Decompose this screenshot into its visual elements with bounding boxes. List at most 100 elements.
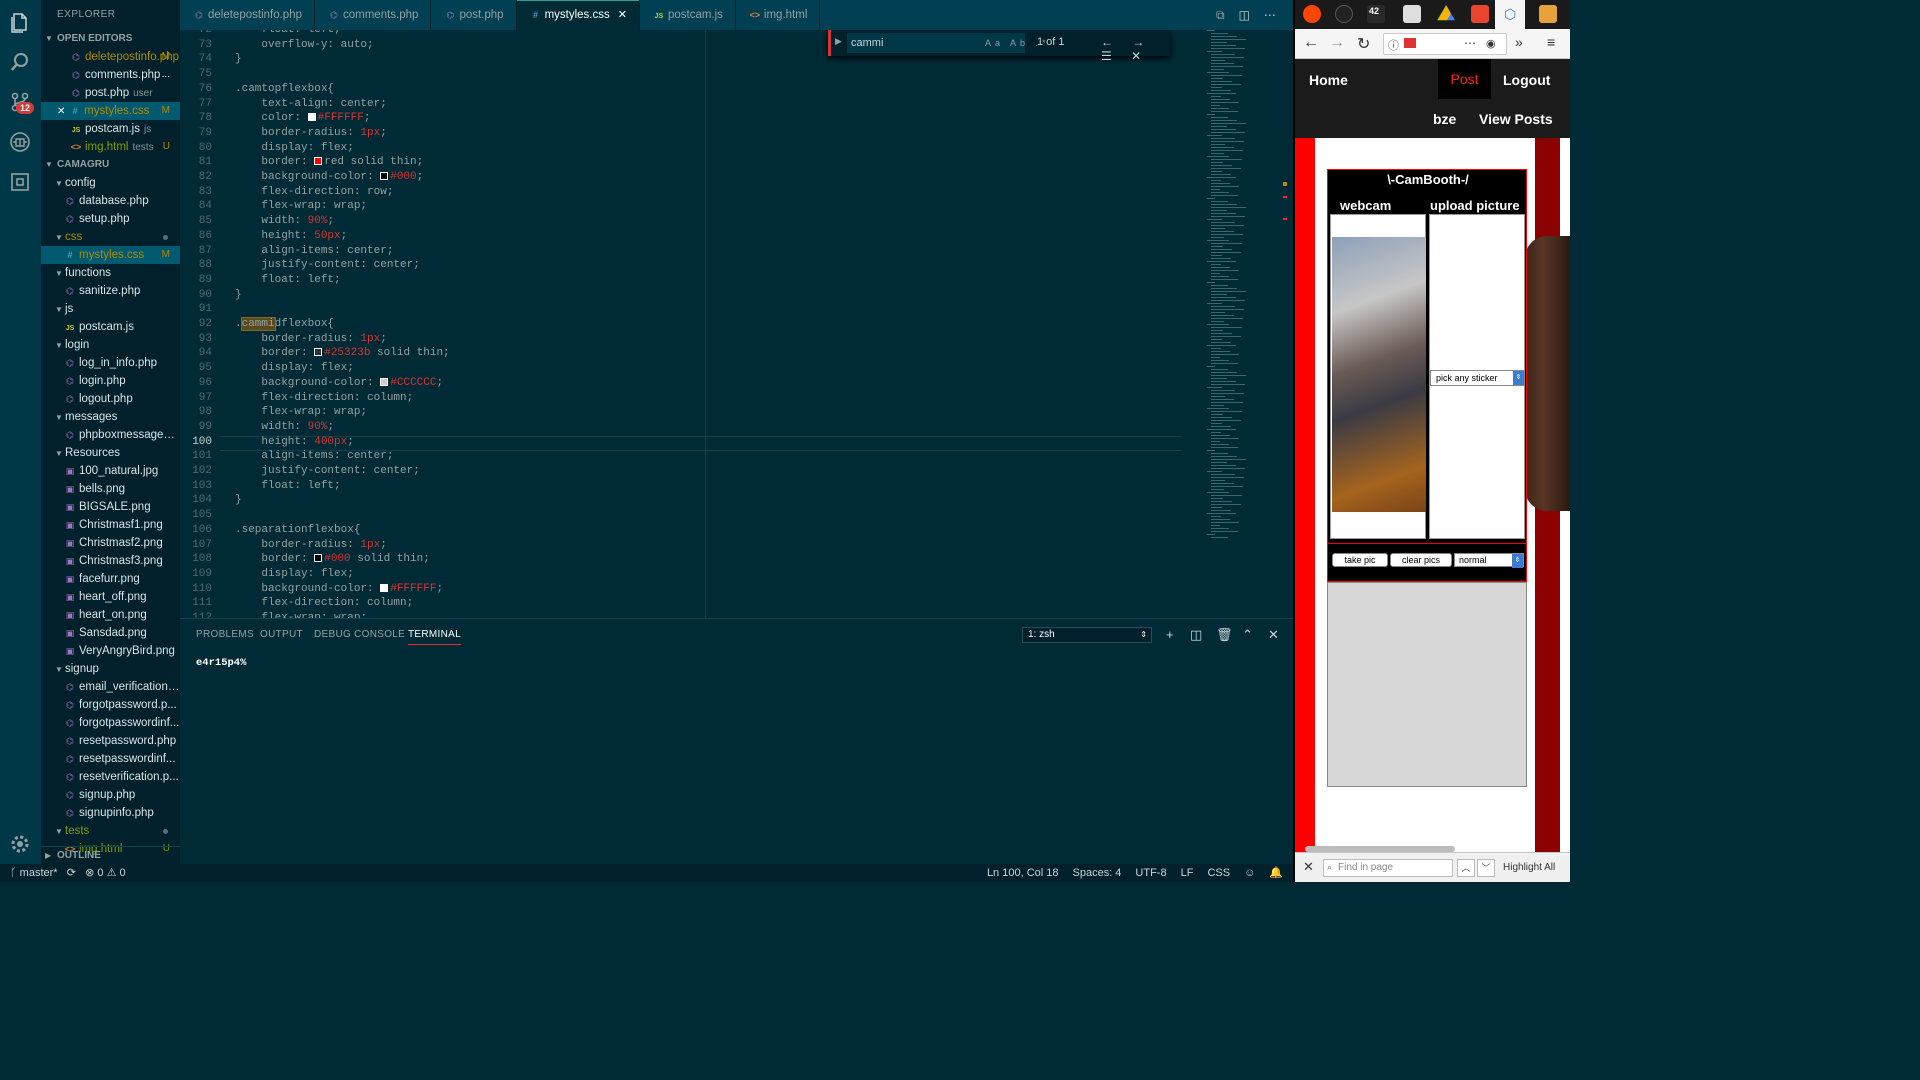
file-item[interactable]: ⌬ forgotpasswordinf... [41, 714, 180, 732]
sync-icon[interactable]: ⟳ [67, 867, 76, 879]
search-icon[interactable] [8, 50, 32, 74]
folder-item[interactable]: ▼ login [41, 336, 180, 354]
line-endings[interactable]: LF [1181, 864, 1194, 882]
file-item[interactable]: ⌬ login.php [41, 372, 180, 390]
upload-area[interactable]: pick any sticker ⇕ [1429, 214, 1525, 539]
file-item[interactable]: ⌬ logout.php [41, 390, 180, 408]
tab-problems[interactable]: PROBLEMS [196, 629, 254, 640]
file-item[interactable]: ▣ heart_on.png [41, 606, 180, 624]
tab-debug-console[interactable]: DEBUG CONSOLE [314, 629, 405, 640]
file-item[interactable]: # mystyles.css M [41, 246, 180, 264]
page-actions-icon[interactable]: ⋯ [1464, 36, 1476, 50]
close-panel-icon[interactable]: ✕ [1268, 627, 1279, 643]
color-swatch-icon[interactable] [380, 377, 389, 386]
tab-html-file[interactable]: <> img.html [736, 0, 821, 30]
color-swatch-icon[interactable] [307, 113, 316, 122]
folder-item[interactable]: ▼ Resources [41, 444, 180, 462]
color-swatch-icon[interactable] [380, 583, 389, 592]
git-branch[interactable]: master* [20, 867, 58, 879]
file-item[interactable]: ▣ facefurr.png [41, 570, 180, 588]
open-editor-item[interactable]: ⌬ comments.php... [41, 66, 180, 84]
project-header[interactable]: ▼ CAMAGRU [41, 156, 180, 174]
forward-icon[interactable]: → [1329, 34, 1345, 52]
file-item[interactable]: ⌬ setup.php [41, 210, 180, 228]
file-item[interactable]: ▣ heart_off.png [41, 588, 180, 606]
clear-pics-button[interactable]: clear pics [1390, 553, 1452, 567]
bell-icon[interactable]: 🔔 [1269, 864, 1283, 882]
open-editor-item[interactable]: <> img.html tests U [41, 138, 180, 156]
url-bar[interactable]: ⓘ ⋯ ◉ [1383, 33, 1507, 55]
take-pic-button[interactable]: take pic [1332, 553, 1388, 567]
tab-output[interactable]: OUTPUT [260, 629, 303, 640]
tab-js-file[interactable]: JS postcam.js [640, 0, 736, 30]
files-icon[interactable] [8, 10, 32, 34]
reload-icon[interactable]: ↻ [1357, 34, 1370, 54]
bookmark-tab-icon[interactable] [1539, 5, 1557, 23]
find-prev-icon[interactable]: ︿ [1457, 859, 1475, 877]
file-item[interactable]: JS postcam.js [41, 318, 180, 336]
feedback-icon[interactable]: ☺ [1244, 864, 1255, 882]
warning-count[interactable]: 0 [120, 867, 126, 879]
file-item[interactable]: ▣ BIGSALE.png [41, 498, 180, 516]
file-item[interactable]: ⌬ phpboxmessages.... [41, 426, 180, 444]
document-tab-icon[interactable] [1403, 5, 1421, 23]
info-icon[interactable]: ⓘ [1388, 37, 1399, 53]
close-find-icon[interactable]: ✕ [1303, 859, 1314, 875]
nav-home[interactable]: Home [1309, 72, 1348, 88]
overflow-chevron-icon[interactable]: » [1515, 34, 1523, 50]
color-swatch-icon[interactable] [380, 172, 389, 180]
github-tab-icon[interactable] [1335, 5, 1353, 23]
file-item[interactable]: ▣ bells.png [41, 480, 180, 498]
folder-item[interactable]: ▼ signup [41, 660, 180, 678]
cursor-position[interactable]: Ln 100, Col 18 [987, 864, 1059, 882]
file-item[interactable]: ⌬ log_in_info.php [41, 354, 180, 372]
tab-php-file[interactable]: ⌬ comments.php [315, 0, 432, 30]
file-item[interactable]: ▣ Sansdad.png [41, 624, 180, 642]
nav-user[interactable]: bze [1433, 111, 1456, 127]
folder-item[interactable]: ▼ css [41, 228, 180, 246]
file-item[interactable]: ▣ 100_natural.jpg [41, 462, 180, 480]
close-icon[interactable]: ✕ [57, 106, 68, 117]
color-swatch-icon[interactable] [314, 157, 323, 166]
find-in-page-input[interactable]: Find in page [1323, 859, 1453, 877]
open-editor-item[interactable]: JS postcam.js js [41, 120, 180, 138]
file-item[interactable]: ▣ Christmasf3.png [41, 552, 180, 570]
camera-tab-icon[interactable] [1471, 5, 1489, 23]
code-editor[interactable]: 72 float: left; 73 overflow-y: auto; 74} 75… [180, 30, 1293, 618]
minimap[interactable] [1207, 30, 1267, 618]
open-editors-header[interactable]: ▼ OPEN EDITORS [41, 30, 180, 48]
file-item[interactable]: ⌬ resetpassword.php [41, 732, 180, 750]
file-item[interactable]: ⌬ database.php [41, 192, 180, 210]
file-item[interactable]: ⌬ sanitize.php [41, 282, 180, 300]
highlight-all-toggle[interactable]: Highlight All [1503, 862, 1555, 873]
42-tab-icon[interactable]: 42 [1367, 5, 1385, 23]
tab-css-file[interactable]: # mystyles.css ✕ [516, 0, 640, 30]
file-item[interactable]: ⌬ resetverification.p... [41, 768, 180, 786]
pocket-icon[interactable]: ◉ [1486, 37, 1496, 50]
outline-header[interactable]: ▶ OUTLINE [41, 846, 180, 864]
trash-icon[interactable]: 🗑 [1216, 627, 1233, 643]
terminal-select[interactable]: 1: zsh ⇕ [1022, 627, 1152, 643]
color-swatch-icon[interactable] [314, 554, 323, 563]
file-item[interactable]: ⌬ signupinfo.php [41, 804, 180, 822]
language-mode[interactable]: CSS [1207, 864, 1230, 882]
terminal-output[interactable]: e4r15p4% [196, 657, 246, 669]
more-icon[interactable]: ⋯ [1264, 8, 1276, 23]
close-icon[interactable]: ✕ [618, 9, 627, 21]
chevron-up-icon[interactable]: ⌃ [1242, 627, 1253, 643]
color-swatch-icon[interactable] [314, 348, 323, 357]
tab-php-file[interactable]: ⌬ deletepostinfo.php [180, 0, 315, 30]
file-item[interactable]: ▣ Christmasf1.png [41, 516, 180, 534]
open-editor-item[interactable]: ⌬ post.php user [41, 84, 180, 102]
folder-item[interactable]: ▼ config [41, 174, 180, 192]
active-tab[interactable]: ⬡ [1495, 0, 1525, 29]
new-terminal-icon[interactable]: + [1166, 627, 1174, 642]
error-count[interactable]: 0 [97, 867, 103, 879]
file-item[interactable]: ⌬ email_verification.... [41, 678, 180, 696]
camera-permission-icon[interactable] [1404, 38, 1416, 48]
folder-item[interactable]: ▼ functions [41, 264, 180, 282]
find-nav-icons[interactable]: ← → ☰ ✕ [1101, 35, 1170, 63]
nav-logout[interactable]: Logout [1503, 72, 1550, 88]
split-editor-icon[interactable]: ◫ [1239, 8, 1250, 23]
file-item[interactable]: ⌬ signup.php [41, 786, 180, 804]
